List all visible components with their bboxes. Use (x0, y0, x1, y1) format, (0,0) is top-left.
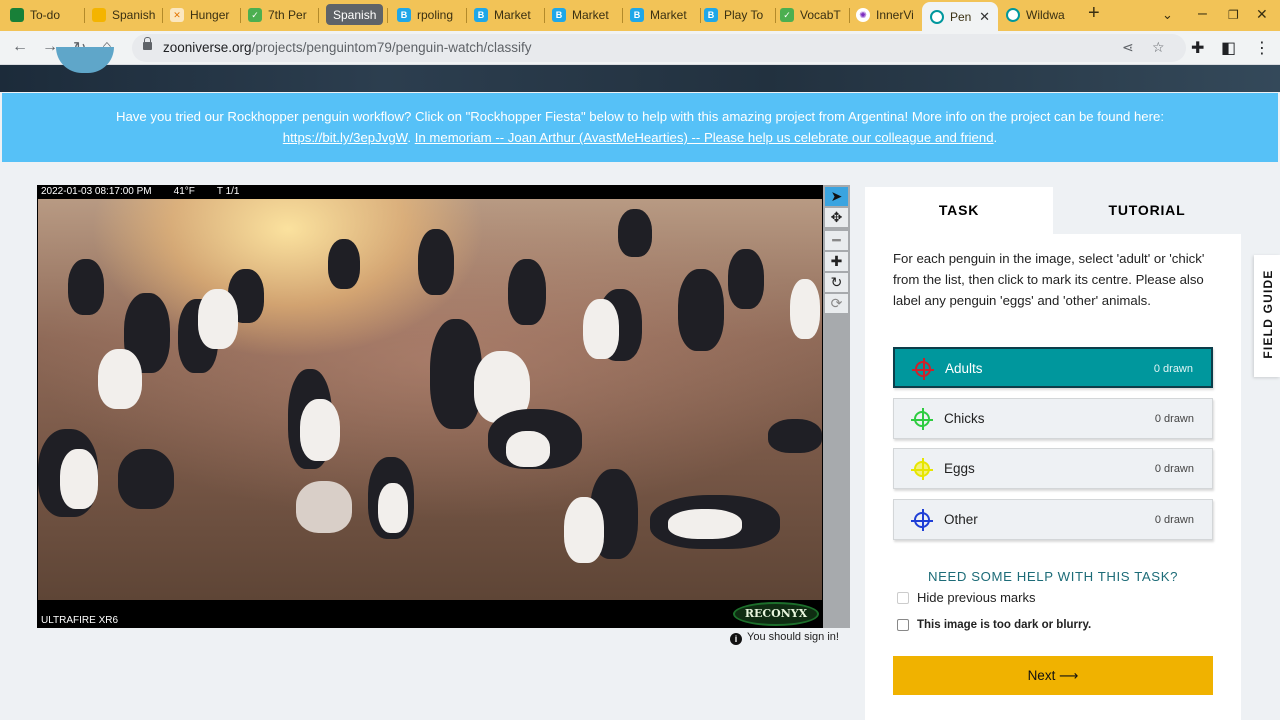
tab-group-spanish[interactable]: Spanish (326, 4, 384, 25)
zooniverse-icon (930, 9, 944, 24)
banner-text: Have you tried our Rockhopper penguin wo… (115, 109, 1165, 124)
image-toolbar: ➤ ✥ ━ ✚ ↻ ⟳ (823, 185, 850, 628)
reconyx-logo: RECONYX (733, 602, 819, 626)
pointer-tool-icon[interactable]: ➤ (825, 187, 848, 206)
memoriam-link[interactable]: In memoriam -- Joan Arthur (AvastMeHeart… (415, 130, 994, 145)
checkbox-icon (897, 591, 909, 604)
browser-tab[interactable]: B Play To (704, 4, 774, 26)
browser-tab[interactable]: B Market (630, 4, 696, 26)
tool-eggs-button[interactable]: Eggs 0 drawn (893, 448, 1213, 489)
slides-icon (92, 8, 106, 22)
tasks-icon (10, 8, 24, 22)
tool-chicks-button[interactable]: Chicks 0 drawn (893, 398, 1213, 439)
tab-task[interactable]: TASK (865, 187, 1053, 234)
task-tabs: TASK TUTORIAL (865, 187, 1241, 234)
extensions-icon[interactable]: ✚ (1191, 38, 1204, 58)
project-header (0, 47, 1280, 92)
browser-tab[interactable]: ✺ InnerVi (856, 4, 920, 26)
back-icon[interactable]: ← (12, 38, 28, 56)
move-tool-icon[interactable]: ✥ (825, 208, 848, 227)
field-guide-tab[interactable]: FIELD GUIDE (1254, 255, 1280, 377)
b-icon: B (630, 8, 644, 22)
share-icon[interactable]: ⋖ (1122, 39, 1134, 56)
browser-tab-active[interactable]: Pen ✕ (922, 2, 998, 31)
side-panel-icon[interactable]: ◧ (1221, 38, 1236, 58)
x-icon: ✕ (170, 8, 184, 22)
rotate-icon[interactable]: ↻ (825, 273, 848, 292)
subject-image[interactable] (38, 199, 822, 600)
b-icon: B (474, 8, 488, 22)
check-icon: ✓ (780, 8, 794, 22)
sign-in-notice: i You should sign in! (730, 631, 839, 645)
zoom-in-icon[interactable]: ✚ (825, 252, 848, 271)
lock-icon (143, 37, 152, 50)
browser-tab[interactable]: Spanish (92, 4, 158, 26)
browser-tab[interactable]: Wildwa (1006, 4, 1072, 26)
new-tab-button[interactable]: + (1088, 2, 1100, 25)
browser-tab[interactable]: ✕ Hunger (170, 4, 236, 26)
info-icon: i (730, 633, 742, 645)
zooniverse-icon (1006, 8, 1020, 22)
close-tab-icon[interactable]: ✕ (979, 9, 990, 25)
next-button[interactable]: Next ⟶ (893, 656, 1213, 695)
crosshair-yellow-icon (911, 458, 933, 480)
browser-tab[interactable]: ✓ VocabT (780, 4, 846, 26)
too-dark-checkbox[interactable]: This image is too dark or blurry. (897, 619, 1091, 631)
browser-tab[interactable]: B Market (474, 4, 540, 26)
reset-icon[interactable]: ⟳ (825, 294, 848, 313)
b-icon: B (552, 8, 566, 22)
camera-model-bar: ULTRAFIRE XR6 (37, 614, 823, 628)
browser-tab[interactable]: ✓ 7th Per (248, 4, 314, 26)
crosshair-red-icon (912, 358, 934, 380)
hide-marks-checkbox[interactable]: Hide previous marks (897, 590, 1036, 605)
crosshair-green-icon (911, 408, 933, 430)
address-bar[interactable]: zooniverse.org/projects/penguintom79/pen… (132, 34, 1186, 62)
browser-tab[interactable]: B Market (552, 4, 618, 26)
b-icon: B (397, 8, 411, 22)
tool-other-button[interactable]: Other 0 drawn (893, 499, 1213, 540)
restore-icon[interactable]: ❐ (1228, 8, 1239, 22)
menu-kebab-icon[interactable]: ⋮ (1254, 38, 1270, 58)
close-window-icon[interactable]: ✕ (1256, 6, 1268, 23)
tab-strip: To-do Spanish ✕ Hunger ✓ 7th Per Spanish B… (0, 0, 1280, 31)
tab-search-chevron-icon[interactable]: ⌄ (1162, 7, 1173, 23)
checkbox-icon (897, 619, 909, 631)
bookmark-star-icon[interactable]: ☆ (1152, 39, 1165, 56)
need-help-link[interactable]: NEED SOME HELP WITH THIS TASK? (893, 569, 1213, 584)
bitly-link[interactable]: https://bit.ly/3epJvgW (283, 130, 408, 145)
project-avatar[interactable] (56, 47, 114, 73)
check-icon: ✓ (248, 8, 262, 22)
subject-viewer: 2022-01-03 08:17:00 PM 41°F T 1/1 ULTRAF… (37, 185, 823, 628)
task-panel: TASK TUTORIAL For each penguin in the im… (865, 187, 1241, 720)
crosshair-blue-icon (911, 509, 933, 531)
b-icon: B (704, 8, 718, 22)
innervi-icon: ✺ (856, 8, 870, 22)
tool-adults-button[interactable]: Adults 0 drawn (893, 347, 1213, 388)
camera-info-bar: 2022-01-03 08:17:00 PM 41°F T 1/1 (37, 185, 823, 199)
zoom-out-icon[interactable]: ━ (825, 231, 848, 250)
browser-tab[interactable]: To-do (10, 4, 82, 26)
minimize-icon[interactable]: – (1198, 5, 1207, 23)
browser-tab[interactable]: Brpoling (397, 4, 463, 26)
announcement-banner: Have you tried our Rockhopper penguin wo… (2, 93, 1278, 162)
url-text: zooniverse.org/projects/penguintom79/pen… (163, 40, 532, 55)
browser-toolbar: ← → ↻ ⌂ zooniverse.org/projects/penguint… (0, 31, 1280, 65)
task-instructions: For each penguin in the image, select 'a… (893, 251, 1205, 308)
tab-tutorial[interactable]: TUTORIAL (1053, 187, 1241, 234)
